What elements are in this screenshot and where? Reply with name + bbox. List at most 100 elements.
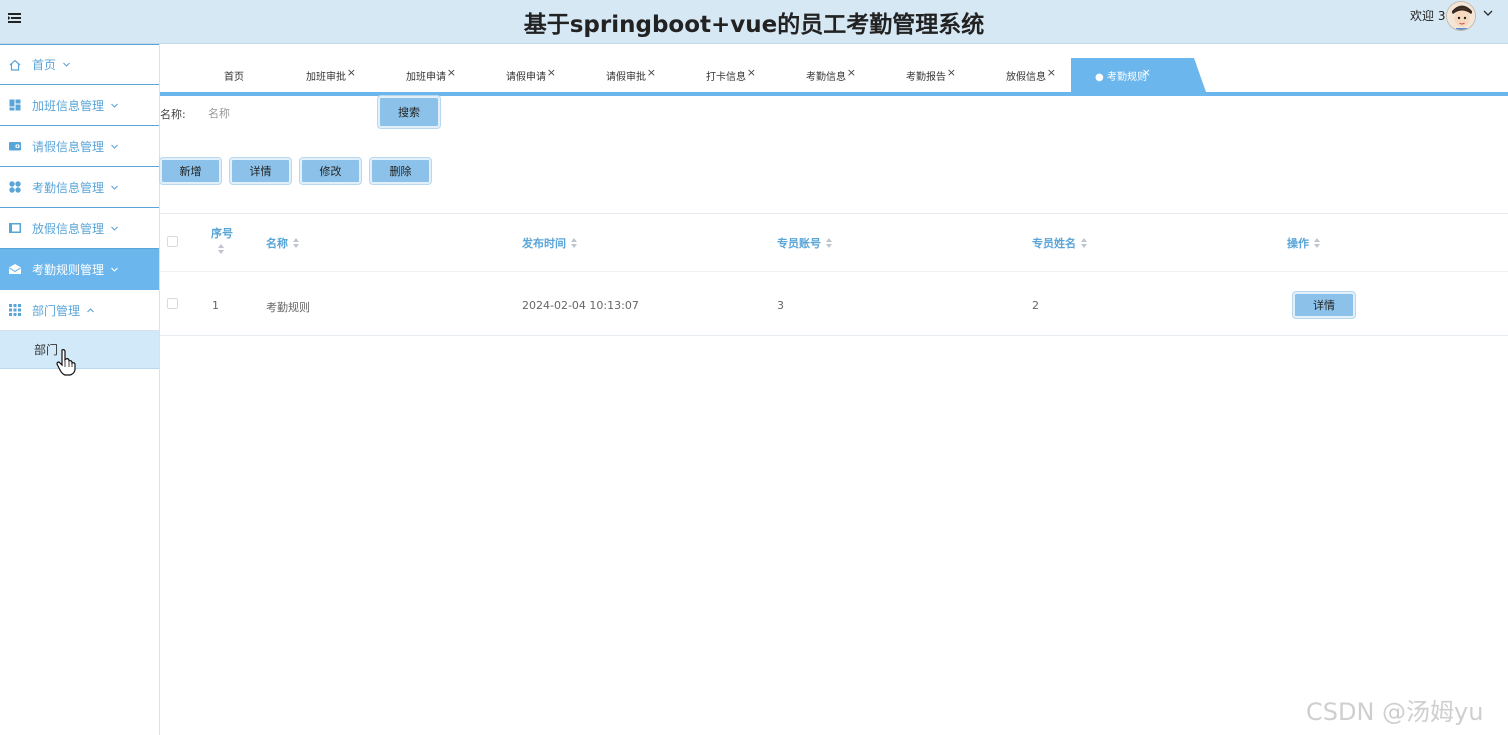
tab-leave-apply[interactable]: 请假申请 × xyxy=(476,58,576,92)
header-name[interactable]: 名称 xyxy=(266,235,300,251)
chevron-down-icon[interactable] xyxy=(1481,6,1495,20)
panel-icon xyxy=(9,223,21,233)
tab-label: 考勤报告 xyxy=(906,71,946,83)
sort-icon[interactable] xyxy=(1313,237,1321,249)
sort-icon[interactable] xyxy=(217,243,225,255)
tab-attendance-report[interactable]: 考勤报告 × xyxy=(876,58,976,92)
close-icon[interactable]: × xyxy=(647,66,656,79)
tab-home[interactable]: 首页 xyxy=(184,58,284,92)
page-title: 基于springboot+vue的员工考勤管理系统 xyxy=(523,12,985,38)
add-button[interactable]: 新增 xyxy=(160,158,221,184)
sidebar-item-label: 部门管理 xyxy=(32,303,81,318)
tab-holiday-info[interactable]: 放假信息 × xyxy=(976,58,1076,92)
watermark: CSDN @汤姆yu xyxy=(1306,698,1484,726)
top-header: 基于springboot+vue的员工考勤管理系统 欢迎 3 xyxy=(0,0,1508,44)
close-icon[interactable]: × xyxy=(547,66,556,79)
chevron-down-icon xyxy=(111,144,118,149)
close-icon[interactable]: × xyxy=(1047,66,1056,79)
sidebar-item-holiday[interactable]: 放假信息管理 xyxy=(0,208,159,249)
table-row[interactable]: 1 考勤规则 2024-02-04 10:13:07 3 2 详情 xyxy=(160,271,1508,336)
chevron-down-icon xyxy=(111,267,118,272)
tab-overtime-approval[interactable]: 加班审批 × xyxy=(276,58,376,92)
header-staff-name[interactable]: 专员姓名 xyxy=(1032,235,1088,251)
sidebar-item-label: 放假信息管理 xyxy=(32,221,105,236)
cell-name: 考勤规则 xyxy=(266,301,310,314)
tab-label: 加班审批 xyxy=(306,71,346,83)
tab-overtime-apply[interactable]: 加班申请 × xyxy=(376,58,476,92)
close-icon[interactable]: × xyxy=(747,66,756,79)
tab-label: ● 考勤规则 xyxy=(1095,71,1147,83)
tab-active-slant xyxy=(1170,58,1206,92)
tab-label: 打卡信息 xyxy=(706,71,746,83)
sidebar-item-leave[interactable]: 请假信息管理 xyxy=(0,126,159,167)
header-label: 操作 xyxy=(1287,237,1309,250)
header-label: 专员账号 xyxy=(777,237,821,250)
sort-icon[interactable] xyxy=(1080,237,1088,249)
tab-leave-approval[interactable]: 请假审批 × xyxy=(576,58,676,92)
tab-bar: 首页 加班审批 × 加班申请 × 请假申请 × 请假审批 × 打卡信息 × 考勤… xyxy=(160,58,1508,92)
sidebar-item-label: 请假信息管理 xyxy=(32,139,105,154)
select-all-checkbox[interactable] xyxy=(167,236,178,247)
cell-staff-name: 2 xyxy=(1032,299,1039,312)
sort-icon[interactable] xyxy=(825,237,833,249)
tab-clock-in[interactable]: 打卡信息 × xyxy=(676,58,776,92)
tab-attendance-info[interactable]: 考勤信息 × xyxy=(776,58,876,92)
sidebar: 首页 加班信息管理 请假信息管理 考勤信息管理 放假信息管理 考勤规则管理 部门… xyxy=(0,44,160,735)
edit-button[interactable]: 修改 xyxy=(300,158,361,184)
submenu-item-department[interactable]: 部门 xyxy=(0,331,159,369)
header-operation[interactable]: 操作 xyxy=(1287,235,1321,251)
search-button[interactable]: 搜索 xyxy=(378,96,440,128)
sort-icon[interactable] xyxy=(570,237,578,249)
close-icon[interactable]: × xyxy=(447,66,456,79)
sidebar-item-label: 加班信息管理 xyxy=(32,98,105,113)
tab-label: 请假审批 xyxy=(606,71,646,83)
sidebar-item-home[interactable]: 首页 xyxy=(0,44,159,85)
dashboard-icon xyxy=(9,99,21,111)
sort-icon[interactable] xyxy=(292,237,300,249)
search-input[interactable] xyxy=(204,101,374,125)
close-icon[interactable]: × xyxy=(947,66,956,79)
chevron-down-icon xyxy=(111,185,118,190)
header-index[interactable]: 序号 xyxy=(211,225,233,255)
mail-icon xyxy=(9,264,21,274)
row-detail-button[interactable]: 详情 xyxy=(1293,292,1355,318)
detail-button[interactable]: 详情 xyxy=(230,158,291,184)
search-label: 名称: xyxy=(160,108,186,121)
hand-cursor-icon xyxy=(56,349,76,376)
close-icon[interactable]: × xyxy=(347,66,356,79)
row-checkbox[interactable] xyxy=(167,298,178,309)
sidebar-item-label: 考勤信息管理 xyxy=(32,180,105,195)
chevron-down-icon xyxy=(63,62,70,67)
tab-underline xyxy=(160,92,1508,96)
tab-label: 放假信息 xyxy=(1006,71,1046,83)
sidebar-item-department[interactable]: 部门管理 xyxy=(0,290,159,331)
sidebar-item-rules[interactable]: 考勤规则管理 xyxy=(0,249,159,290)
chevron-down-icon xyxy=(111,226,118,231)
chevron-down-icon xyxy=(111,103,118,108)
rules-table: 序号 名称 发布时间 专员账号 专员姓名 操作 1 考勤规则 2024-02-0… xyxy=(160,213,1508,336)
header-staff-account[interactable]: 专员账号 xyxy=(777,235,833,251)
sidebar-item-attendance[interactable]: 考勤信息管理 xyxy=(0,167,159,208)
delete-button[interactable]: 删除 xyxy=(370,158,431,184)
sidebar-item-label: 首页 xyxy=(32,58,57,72)
close-icon[interactable]: × xyxy=(847,66,856,79)
header-label: 专员姓名 xyxy=(1032,237,1076,250)
cell-index: 1 xyxy=(212,299,219,312)
cell-publish-time: 2024-02-04 10:13:07 xyxy=(522,299,639,312)
header-label: 序号 xyxy=(211,227,233,240)
tab-label: 加班申请 xyxy=(406,71,446,83)
tab-attendance-rules[interactable]: ● 考勤规则 × xyxy=(1071,58,1171,92)
user-avatar[interactable] xyxy=(1446,1,1476,31)
tab-label: 首页 xyxy=(224,71,244,83)
grid-dots-icon xyxy=(9,181,21,193)
tab-label: 考勤信息 xyxy=(806,71,846,83)
wallet-icon xyxy=(9,142,21,151)
home-icon xyxy=(9,59,21,71)
header-label: 名称 xyxy=(266,237,288,250)
tab-label: 请假申请 xyxy=(506,71,546,83)
header-publish-time[interactable]: 发布时间 xyxy=(522,235,578,251)
close-icon[interactable]: × xyxy=(1142,66,1151,79)
welcome-text: 欢迎 3 xyxy=(1410,9,1446,23)
sidebar-item-overtime[interactable]: 加班信息管理 xyxy=(0,85,159,126)
chevron-up-icon xyxy=(87,307,94,312)
